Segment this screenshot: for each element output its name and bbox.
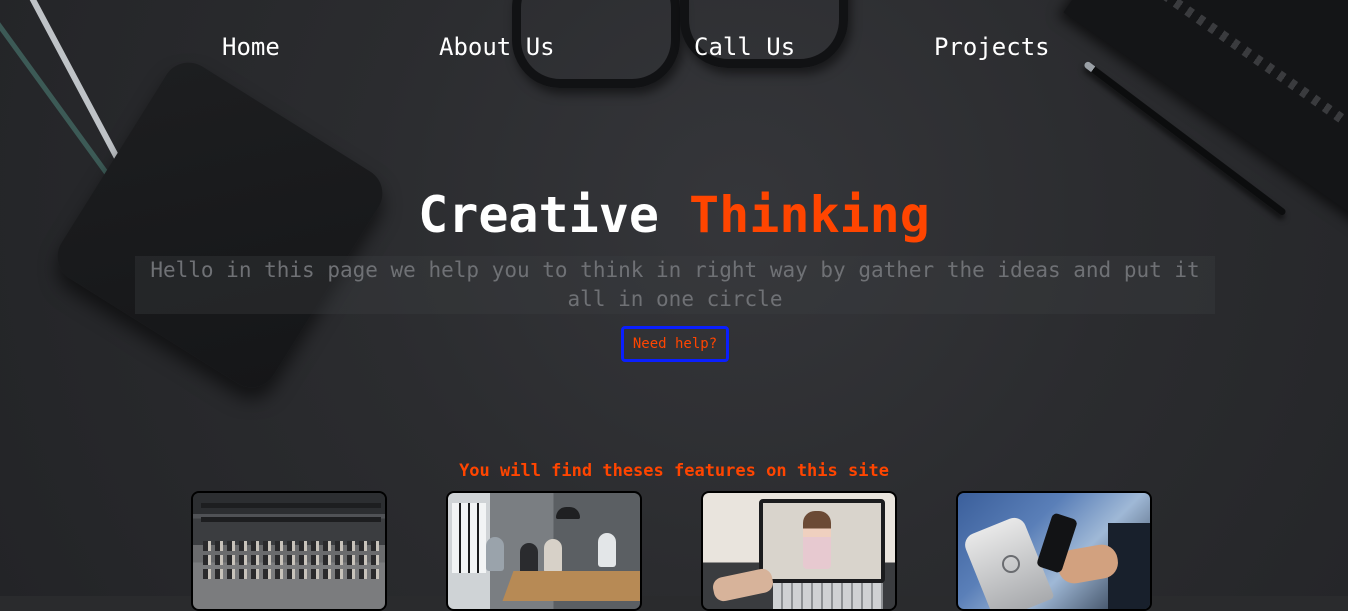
need-help-button[interactable]: Need help?	[621, 326, 729, 362]
person	[598, 533, 616, 567]
team-meeting-image	[448, 493, 640, 609]
feature-card-meeting[interactable]	[446, 491, 642, 611]
feature-card-office[interactable]	[191, 491, 387, 611]
ceiling-beam	[201, 517, 381, 522]
cable-decoration	[0, 0, 113, 180]
nav-link-call-us[interactable]: Call Us	[694, 28, 795, 66]
feature-card-payment[interactable]	[956, 491, 1152, 611]
nav-link-about-us[interactable]: About Us	[439, 28, 555, 66]
person	[544, 539, 562, 573]
hero-title: Creative Thinking	[0, 182, 1348, 248]
hero-title-accent: Thinking	[689, 186, 930, 244]
cable-decoration	[21, 0, 125, 170]
video-call-image	[703, 493, 895, 609]
desk-row	[203, 541, 379, 551]
features-title: You will find theses features on this si…	[459, 461, 889, 481]
nav-link-home[interactable]: Home	[222, 28, 280, 66]
hero-tagline: Hello in this page we help you to think …	[135, 256, 1215, 314]
person-on-screen	[803, 511, 831, 569]
window	[452, 503, 486, 573]
lamp	[556, 507, 580, 519]
feature-cards	[0, 491, 1348, 611]
top-nav: Home About Us Call Us Projects	[0, 28, 1348, 68]
mobile-payment-image	[958, 493, 1150, 609]
contactless-icon	[1002, 555, 1020, 573]
ceiling-beam	[201, 503, 381, 508]
desk-row	[203, 555, 379, 565]
feature-card-video-call[interactable]	[701, 491, 897, 611]
hero-title-main: Creative	[418, 186, 659, 244]
hand	[711, 567, 775, 603]
person	[486, 537, 504, 571]
desk-row	[203, 569, 379, 579]
open-office-image	[193, 493, 385, 609]
keyboard	[773, 583, 883, 609]
nav-link-projects[interactable]: Projects	[934, 28, 1050, 66]
meeting-table	[502, 571, 640, 601]
